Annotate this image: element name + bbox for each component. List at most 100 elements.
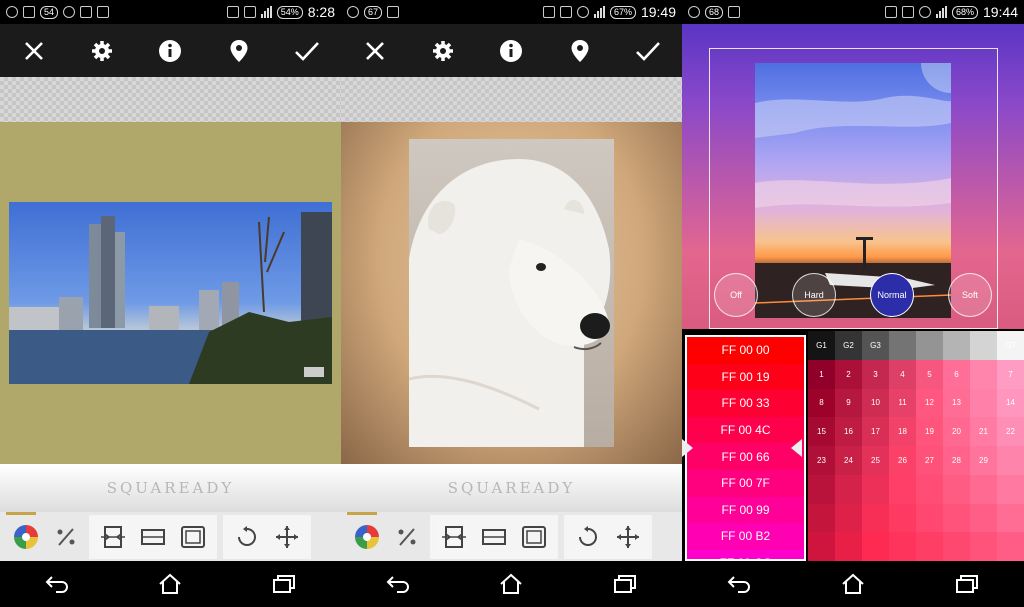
palette-swatch[interactable] — [970, 359, 997, 389]
palette-swatch[interactable]: G1 — [808, 331, 835, 360]
info-icon[interactable] — [155, 36, 185, 66]
palette-swatch[interactable]: G7 — [997, 331, 1024, 360]
palette-swatch[interactable] — [970, 331, 997, 360]
gear-icon[interactable] — [428, 36, 458, 66]
palette-swatch[interactable]: 26 — [889, 446, 916, 475]
palette-swatch[interactable] — [970, 474, 997, 504]
palette-swatch[interactable] — [889, 331, 916, 360]
palette-swatch[interactable]: 27 — [916, 446, 943, 475]
palette-swatch[interactable] — [862, 474, 889, 504]
palette-swatch[interactable]: 3 — [862, 359, 889, 389]
palette-swatch[interactable]: 9 — [835, 388, 862, 418]
home-icon[interactable] — [833, 569, 873, 599]
palette-swatch[interactable]: 19 — [916, 417, 943, 446]
fit-horizontal-icon[interactable] — [438, 519, 470, 554]
palette-swatch[interactable] — [862, 503, 889, 533]
color-wheel-icon[interactable] — [351, 520, 383, 554]
palette-swatch[interactable]: 20 — [943, 417, 970, 446]
palette-swatch[interactable] — [916, 532, 943, 561]
palette-swatch[interactable]: 10 — [862, 388, 889, 418]
palette-swatch[interactable] — [943, 331, 970, 360]
move-icon[interactable] — [612, 520, 644, 554]
palette-swatch[interactable] — [862, 532, 889, 561]
palette-swatch[interactable] — [997, 446, 1024, 475]
palette-swatch[interactable]: 2 — [835, 359, 862, 389]
location-pin-icon[interactable] — [565, 36, 595, 66]
blur-hard-button[interactable]: Hard — [792, 273, 836, 317]
palette-swatch[interactable]: 11 — [889, 388, 916, 418]
palette-swatch[interactable] — [970, 388, 997, 418]
recent-apps-icon[interactable] — [605, 569, 645, 599]
palette-swatch[interactable] — [889, 532, 916, 561]
recent-apps-icon[interactable] — [264, 569, 304, 599]
hex-color-item[interactable]: FF 00 19 — [687, 363, 804, 391]
palette-swatch[interactable] — [808, 532, 835, 561]
back-icon[interactable] — [37, 569, 77, 599]
palette-swatch[interactable] — [889, 503, 916, 533]
fit-vertical-icon[interactable] — [478, 520, 510, 554]
palette-swatch[interactable] — [916, 474, 943, 504]
palette-swatch[interactable] — [835, 503, 862, 533]
hex-color-item[interactable]: FF 00 7F — [687, 469, 804, 497]
photo-city-skyline[interactable] — [9, 202, 332, 384]
palette-swatch[interactable]: 25 — [862, 446, 889, 475]
palette-swatch[interactable]: G2 — [835, 331, 862, 360]
hex-color-item[interactable]: FF 00 CC — [687, 549, 804, 559]
palette-swatch[interactable]: G3 — [862, 331, 889, 360]
palette-swatch[interactable]: 4 — [889, 359, 916, 389]
palette-swatch[interactable]: 6 — [943, 359, 970, 389]
hex-color-item[interactable]: FF 00 66 — [687, 443, 804, 470]
palette-swatch[interactable] — [889, 474, 916, 504]
back-icon[interactable] — [719, 569, 759, 599]
close-icon[interactable] — [19, 36, 49, 66]
hex-color-list[interactable]: FF 00 00 FF 00 19 FF 00 33 FF 00 4C FF 00 66… — [685, 335, 806, 561]
blur-normal-button[interactable]: Normal — [870, 273, 914, 317]
blur-percent-icon[interactable] — [50, 520, 82, 554]
check-icon[interactable] — [292, 36, 322, 66]
palette-swatch[interactable] — [808, 474, 835, 504]
blur-percent-icon[interactable] — [391, 520, 423, 554]
rotate-icon[interactable] — [231, 520, 263, 554]
square-canvas-blur[interactable] — [341, 122, 682, 464]
fit-horizontal-icon[interactable] — [97, 519, 129, 554]
palette-swatch[interactable] — [997, 503, 1024, 533]
palette-swatch[interactable]: 14 — [997, 388, 1024, 418]
frame-icon[interactable] — [177, 520, 209, 554]
palette-swatch[interactable]: 24 — [835, 446, 862, 475]
move-icon[interactable] — [271, 520, 303, 554]
palette-swatch[interactable]: 29 — [970, 446, 997, 475]
home-icon[interactable] — [150, 569, 190, 599]
color-wheel-icon[interactable] — [10, 520, 42, 554]
photo-polar-bear[interactable] — [409, 139, 614, 447]
home-icon[interactable] — [491, 569, 531, 599]
palette-swatch[interactable] — [970, 532, 997, 561]
frame-icon[interactable] — [518, 520, 550, 554]
palette-swatch[interactable] — [997, 474, 1024, 504]
photo-sunset-airport[interactable] — [755, 63, 951, 318]
square-canvas[interactable] — [0, 122, 341, 464]
palette-swatch[interactable]: 5 — [916, 359, 943, 389]
palette-swatch[interactable]: 17 — [862, 417, 889, 446]
blur-off-button[interactable]: Off — [714, 273, 758, 317]
hex-color-item[interactable]: FF 00 99 — [687, 496, 804, 524]
close-icon[interactable] — [360, 36, 390, 66]
color-palette-grid[interactable]: G1 G2 G3 G7 1 2 3 4 5 6 7 8 9 10 11 12 13 14 15 16 17 18 19 20 2… — [808, 331, 1024, 561]
back-icon[interactable] — [378, 569, 418, 599]
recent-apps-icon[interactable] — [947, 569, 987, 599]
check-icon[interactable] — [633, 36, 663, 66]
palette-swatch[interactable] — [916, 331, 943, 360]
palette-swatch[interactable] — [943, 503, 970, 533]
hex-color-item[interactable]: FF 00 33 — [687, 390, 804, 417]
fit-vertical-icon[interactable] — [137, 520, 169, 554]
gear-icon[interactable] — [87, 36, 117, 66]
hex-color-item[interactable]: FF 00 4C — [687, 416, 804, 444]
palette-swatch[interactable] — [835, 474, 862, 504]
palette-swatch[interactable]: 16 — [835, 417, 862, 446]
palette-swatch[interactable]: 8 — [808, 388, 835, 418]
hex-color-item[interactable]: FF 00 00 — [687, 337, 804, 364]
blur-soft-button[interactable]: Soft — [948, 273, 992, 317]
palette-swatch[interactable] — [916, 503, 943, 533]
hex-color-item[interactable]: FF 00 B2 — [687, 523, 804, 550]
palette-swatch[interactable]: 1 — [808, 359, 835, 389]
palette-swatch[interactable] — [808, 503, 835, 533]
